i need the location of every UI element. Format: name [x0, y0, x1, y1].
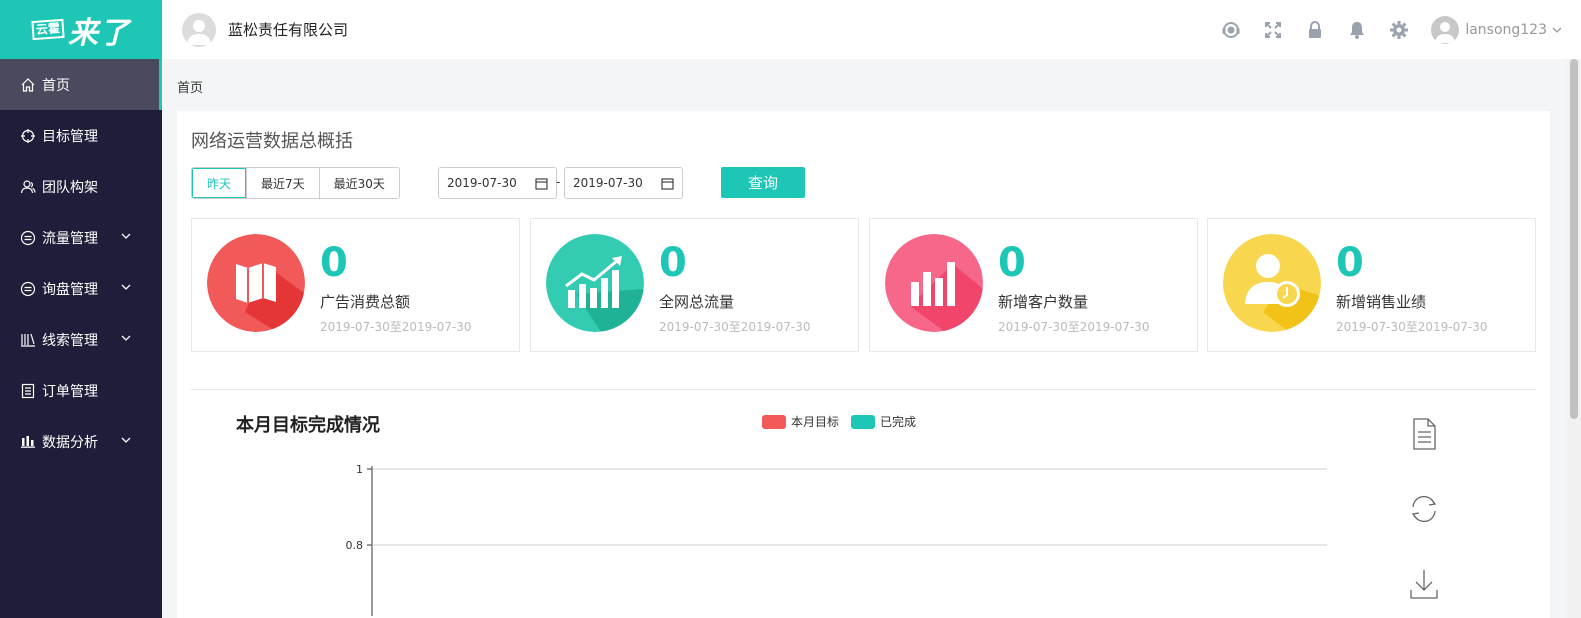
data-view-button[interactable]: [1404, 414, 1444, 454]
chevron-down-icon: [121, 437, 131, 443]
avatar[interactable]: [1431, 15, 1460, 44]
stat-card-ad-spend: 0 广告消费总额 2019-07-30至2019-07-30: [191, 218, 520, 352]
chevron-down-icon[interactable]: [1551, 24, 1563, 36]
calendar-icon[interactable]: [535, 177, 548, 190]
stat-value: 0: [659, 240, 687, 286]
chevron-down-icon: [121, 233, 131, 239]
traffic-growth-icon: [546, 234, 644, 332]
scrollbar[interactable]: [1567, 59, 1581, 618]
sidebar-item-label: 流量管理: [42, 230, 98, 247]
stat-date: 2019-07-30至2019-07-30: [998, 320, 1150, 334]
sidebar-item-label: 订单管理: [42, 383, 98, 400]
sidebar-item-label: 线索管理: [42, 332, 98, 349]
sales-person-icon: [1223, 234, 1321, 332]
sidebar-item-analytics[interactable]: 数据分析: [0, 416, 162, 467]
range-30days-button[interactable]: 最近30天: [318, 168, 399, 198]
end-date-input[interactable]: 2019-07-30: [564, 167, 683, 199]
support-icon[interactable]: [1221, 20, 1241, 40]
stat-label: 全网总流量: [659, 293, 735, 311]
chart-toolbox: [1404, 414, 1444, 618]
sidebar-item-target[interactable]: 目标管理: [0, 110, 162, 161]
username[interactable]: lansong123: [1465, 22, 1547, 38]
main-panel: 网络运营数据总概括 昨天 最近7天 最近30天 2019-07-30 - 201…: [177, 111, 1550, 618]
stat-label: 新增销售业绩: [1336, 293, 1427, 311]
bar-chart-icon: [885, 234, 983, 332]
company-name: 蓝松责任有限公司: [228, 21, 349, 39]
stat-card-new-customers: 0 新增客户数量 2019-07-30至2019-07-30: [869, 218, 1198, 352]
stat-value: 0: [998, 240, 1026, 286]
logo[interactable]: 云霍 来了: [0, 0, 162, 59]
range-yesterday-button[interactable]: 昨天: [192, 168, 247, 198]
sidebar-item-home[interactable]: 首页: [0, 59, 162, 110]
legend-item-completed[interactable]: 已完成: [851, 413, 916, 430]
breadcrumb[interactable]: 首页: [177, 77, 203, 96]
team-icon: [20, 179, 36, 195]
stat-value: 0: [1336, 240, 1364, 286]
lock-icon[interactable]: [1305, 20, 1325, 40]
sidebar-item-label: 团队构架: [42, 179, 98, 196]
stat-value: 0: [320, 240, 348, 286]
y-tick-label: 1: [356, 463, 363, 476]
stat-label: 广告消费总额: [320, 293, 411, 311]
refresh-icon: [1411, 495, 1437, 523]
sidebar-item-order[interactable]: 订单管理: [0, 365, 162, 416]
stat-label: 新增客户数量: [998, 293, 1089, 311]
sidebar-item-inquiry[interactable]: 询盘管理: [0, 263, 162, 314]
legend-label: 已完成: [880, 415, 917, 429]
divider: [191, 389, 1536, 390]
order-icon: [20, 383, 36, 399]
logo-mark: 云霍: [31, 18, 65, 41]
page-title: 网络运营数据总概括: [191, 131, 353, 152]
top-header: 蓝松责任有限公司 lansong123: [162, 0, 1581, 59]
date-range-tabs: 昨天 最近7天 最近30天: [191, 167, 400, 199]
gear-icon[interactable]: [1389, 20, 1409, 40]
legend-item-target[interactable]: 本月目标: [762, 413, 839, 430]
sidebar: 云霍 来了 首页 目标管理 团队构架 流量管理 询盘管理 线索管理 订单管理 数…: [0, 0, 162, 618]
stat-card-new-sales: 0 新增销售业绩 2019-07-30至2019-07-30: [1207, 218, 1536, 352]
stat-date: 2019-07-30至2019-07-30: [1336, 320, 1488, 334]
refresh-button[interactable]: [1404, 489, 1444, 529]
scrollbar-thumb[interactable]: [1570, 59, 1578, 419]
sidebar-item-label: 询盘管理: [42, 281, 98, 298]
start-date-input[interactable]: 2019-07-30: [438, 167, 557, 199]
fullscreen-icon[interactable]: [1263, 20, 1283, 40]
analytics-icon: [20, 434, 36, 450]
sidebar-item-traffic[interactable]: 流量管理: [0, 212, 162, 263]
traffic-icon: [20, 230, 36, 246]
sidebar-item-label: 数据分析: [42, 434, 98, 451]
bell-icon[interactable]: [1347, 20, 1367, 40]
sidebar-item-team[interactable]: 团队构架: [0, 161, 162, 212]
logo-text: 来了: [68, 15, 130, 51]
chart-plot: 1 0.8: [346, 463, 1327, 616]
inquiry-icon: [20, 281, 36, 297]
end-date-value: 2019-07-30: [573, 176, 643, 190]
target-icon: [20, 128, 36, 144]
leads-icon: [20, 332, 36, 348]
stat-date: 2019-07-30至2019-07-30: [659, 320, 811, 334]
legend-label: 本月目标: [791, 415, 840, 429]
stat-date: 2019-07-30至2019-07-30: [320, 320, 472, 334]
range-7days-button[interactable]: 最近7天: [246, 168, 319, 198]
home-icon: [20, 77, 36, 93]
chevron-down-icon: [121, 284, 131, 290]
stat-card-traffic: 0 全网总流量 2019-07-30至2019-07-30: [530, 218, 859, 352]
chevron-down-icon: [121, 335, 131, 341]
legend-swatch-target: [762, 414, 786, 429]
sidebar-item-label: 首页: [42, 77, 70, 94]
download-icon: [1410, 570, 1438, 599]
legend-swatch-completed: [851, 414, 876, 429]
sidebar-item-leads[interactable]: 线索管理: [0, 314, 162, 365]
query-button[interactable]: 查询: [721, 167, 805, 198]
y-tick-label: 0.8: [346, 539, 364, 552]
download-button[interactable]: [1404, 564, 1444, 604]
document-icon: [1413, 418, 1436, 450]
ad-spend-icon: [207, 234, 305, 332]
calendar-icon[interactable]: [661, 177, 674, 190]
date-separator: -: [556, 175, 561, 189]
chart-legend: 本月目标 已完成: [762, 413, 928, 430]
sidebar-item-label: 目标管理: [42, 128, 98, 145]
start-date-value: 2019-07-30: [447, 176, 517, 190]
chart-title: 本月目标完成情况: [236, 415, 380, 436]
company-avatar: [182, 12, 216, 47]
